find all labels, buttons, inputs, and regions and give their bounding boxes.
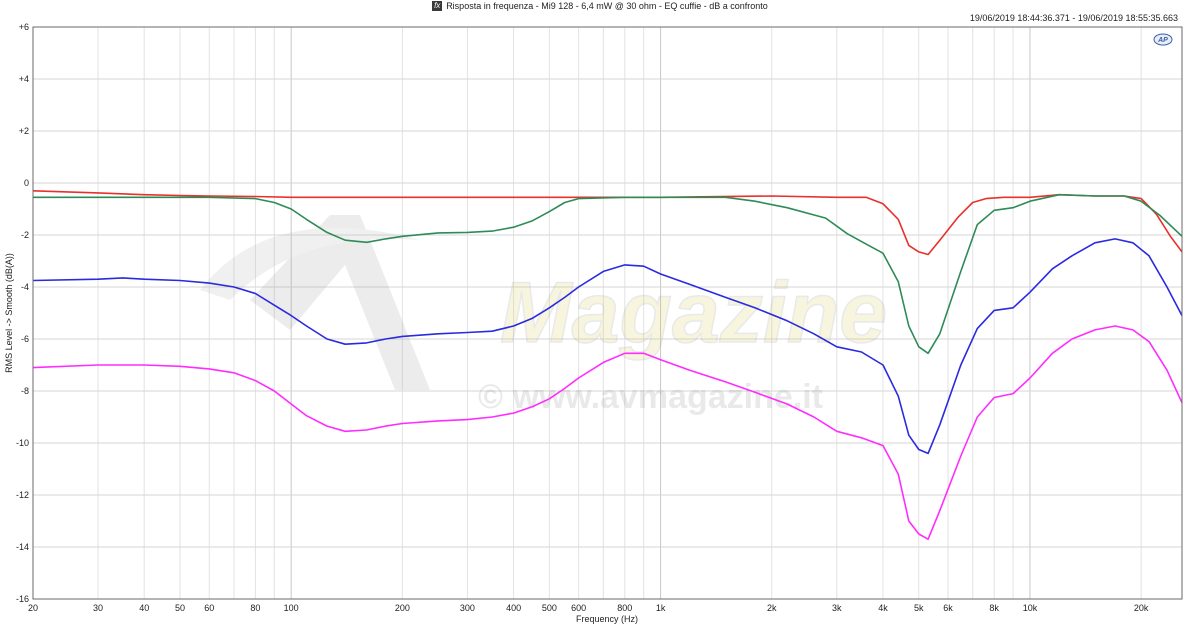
y-axis-title: RMS Level -> Smooth (dB(A)) xyxy=(4,253,14,373)
x-tick-label: 3k xyxy=(832,603,842,613)
x-tick-label: 300 xyxy=(460,603,475,613)
x-tick-label: 50 xyxy=(175,603,185,613)
frequency-response-chart: Magazine © www.avmagazine.it 20 30 40 50 60 8… xyxy=(4,22,1183,624)
x-tick-label: 800 xyxy=(617,603,632,613)
x-tick-label: 6k xyxy=(943,603,953,613)
y-tick-label: -4 xyxy=(21,282,29,292)
x-tick-label: 5k xyxy=(914,603,924,613)
x-tick-label: 60 xyxy=(204,603,214,613)
x-tick-label: 4k xyxy=(878,603,888,613)
x-tick-label: 200 xyxy=(395,603,410,613)
series-line xyxy=(32,190,1183,256)
y-tick-label: 0 xyxy=(24,178,29,188)
y-tick-label: +2 xyxy=(19,126,29,136)
y-tick-label: +6 xyxy=(19,22,29,32)
y-tick-label: -2 xyxy=(21,230,29,240)
y-tick-label: -6 xyxy=(21,334,29,344)
watermark: Magazine © www.avmagazine.it xyxy=(200,215,888,416)
x-tick-label: 80 xyxy=(250,603,260,613)
x-tick-label: 20 xyxy=(28,603,38,613)
x-tick-label: 2k xyxy=(767,603,777,613)
watermark-url: © www.avmagazine.it xyxy=(478,378,823,416)
y-tick-label: +4 xyxy=(19,74,29,84)
x-tick-label: 30 xyxy=(93,603,103,613)
y-tick-label: -10 xyxy=(16,438,29,448)
x-tick-label: 600 xyxy=(571,603,586,613)
x-tick-label: 100 xyxy=(284,603,299,613)
x-tick-label: 40 xyxy=(139,603,149,613)
watermark-brand: Magazine xyxy=(500,265,887,361)
x-axis-title: Frequency (Hz) xyxy=(576,614,638,624)
x-tick-label: 8k xyxy=(989,603,999,613)
x-tick-label: 1k xyxy=(656,603,666,613)
y-tick-label: -12 xyxy=(16,490,29,500)
y-tick-label: -14 xyxy=(16,542,29,552)
x-tick-label: 400 xyxy=(506,603,521,613)
x-tick-label: 10k xyxy=(1023,603,1038,613)
y-tick-label: -16 xyxy=(16,594,29,604)
x-tick-label: 20k xyxy=(1134,603,1149,613)
x-tick-label: 500 xyxy=(542,603,557,613)
series-layer xyxy=(32,190,1183,540)
y-tick-label: -8 xyxy=(21,386,29,396)
